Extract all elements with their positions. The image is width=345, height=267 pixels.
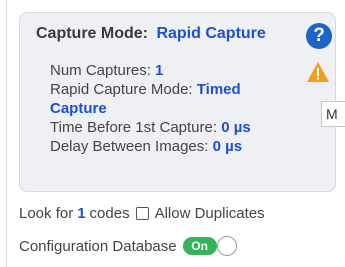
look-for-prefix: Look for [19,205,74,222]
settings-panel: Capture Mode: Rapid Capture ? Num Captur… [6,0,345,267]
capture-mode-card[interactable]: Capture Mode: Rapid Capture ? Num Captur… [19,12,336,192]
tooltip-stub: M [321,101,345,127]
num-captures-line: Num Captures: 1 [50,61,300,80]
time-before-line: Time Before 1st Capture: 0 µs [50,118,300,137]
delay-line: Delay Between Images: 0 µs [50,137,300,156]
codes-count-value[interactable]: 1 [77,205,85,222]
time-before-label: Time Before 1st Capture: [50,119,218,136]
help-icon[interactable]: ? [306,23,332,49]
capture-mode-value[interactable]: Rapid Capture [156,25,265,42]
toggle-knob[interactable] [216,236,237,256]
look-for-suffix: codes [89,205,130,222]
capture-mode-row: Capture Mode: Rapid Capture [36,25,266,43]
rapid-mode-line: Rapid Capture Mode: Timed Capture [50,80,300,118]
look-for-row: Look for 1 codes Allow Duplicates [19,205,265,222]
num-captures-label: Num Captures: [50,62,151,79]
delay-value: 0 µs [212,138,243,155]
capture-details: Num Captures: 1 Rapid Capture Mode: Time… [50,61,300,156]
allow-duplicates-checkbox[interactable] [135,207,149,220]
config-db-toggle[interactable]: On [182,236,241,256]
time-before-value: 0 µs [221,119,251,136]
delay-label: Delay Between Images: [50,138,209,155]
config-db-row: Configuration Database On [19,236,241,256]
warning-icon[interactable] [306,61,330,83]
toggle-on-label: On [182,237,217,255]
capture-mode-label: Capture Mode: [36,25,148,42]
allow-duplicates-label: Allow Duplicates [154,205,265,222]
rapid-mode-label: Rapid Capture Mode: [50,81,193,98]
config-db-label: Configuration Database [19,237,177,255]
num-captures-value: 1 [155,62,164,79]
